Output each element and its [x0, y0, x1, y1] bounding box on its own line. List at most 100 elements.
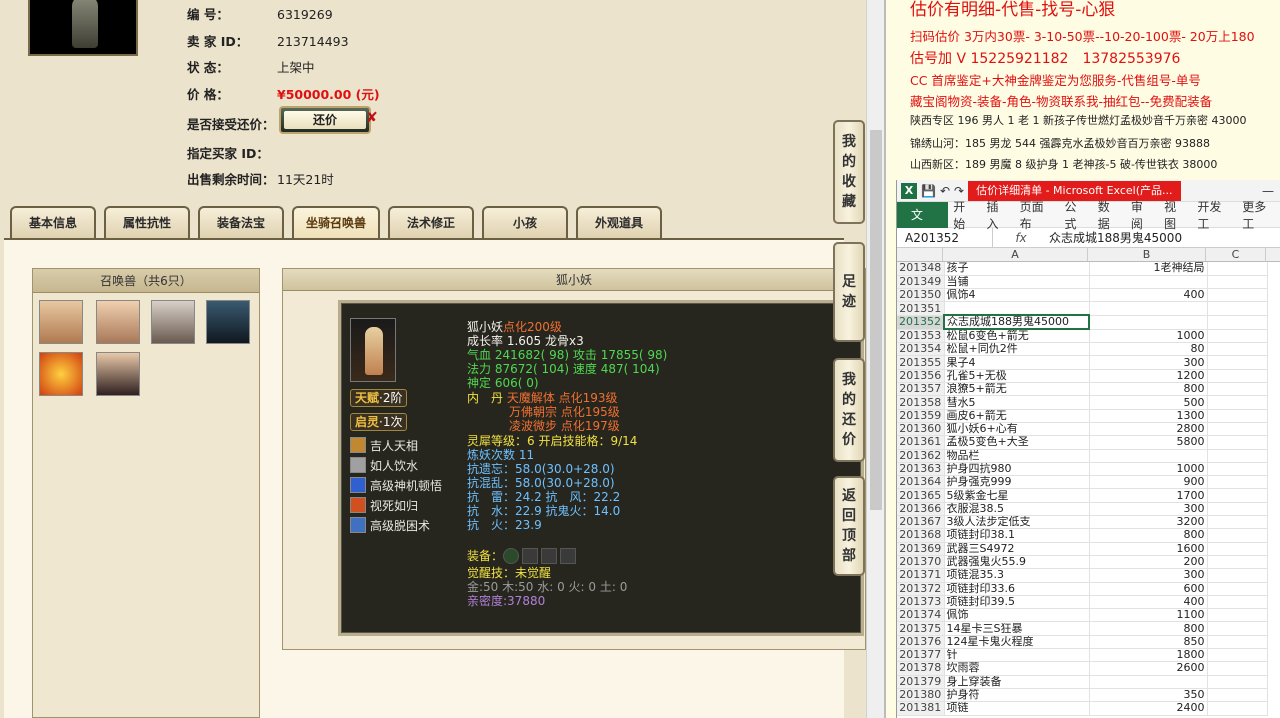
cell[interactable]: 300	[1089, 355, 1208, 370]
row-number[interactable]: 201375	[897, 621, 945, 636]
row-number[interactable]: 201378	[897, 661, 945, 676]
cell[interactable]	[1207, 369, 1268, 384]
cell[interactable]	[1089, 315, 1208, 330]
row-number[interactable]: 201353	[897, 329, 945, 344]
pet-thumb[interactable]	[96, 300, 140, 344]
cell[interactable]: 1800	[1089, 648, 1208, 663]
cell[interactable]: 124星卡鬼火程度	[944, 635, 1090, 650]
row-number[interactable]: 201376	[897, 635, 945, 650]
cell[interactable]: 针	[944, 648, 1090, 663]
row-number[interactable]: 201359	[897, 409, 945, 423]
cell[interactable]	[1207, 515, 1268, 530]
cell[interactable]: 300	[1089, 502, 1208, 517]
ribbon-tab[interactable]: 公式	[1059, 198, 1092, 232]
cell[interactable]: 衣服混38.5	[944, 502, 1090, 517]
pet-thumb[interactable]	[96, 352, 140, 396]
scrollbar-thumb[interactable]	[870, 130, 882, 510]
row-number[interactable]: 201357	[897, 382, 945, 397]
equip-slot[interactable]	[560, 548, 577, 564]
cell[interactable]: 200	[1089, 555, 1208, 570]
row-number[interactable]: 201377	[897, 648, 945, 663]
column-header[interactable]: B	[1088, 248, 1206, 261]
cell[interactable]: 护身四抗980	[944, 462, 1090, 477]
cell[interactable]: 1300	[1089, 409, 1208, 423]
row-number[interactable]: 201380	[897, 688, 945, 703]
cell[interactable]	[1207, 275, 1268, 290]
footprint-button[interactable]: 足迹	[833, 242, 865, 342]
cell[interactable]	[944, 301, 1090, 316]
row-number[interactable]: 201374	[897, 608, 945, 623]
cell[interactable]: 300	[1089, 568, 1208, 583]
cell[interactable]: 孩子	[944, 262, 1090, 276]
cell[interactable]: 400	[1089, 288, 1208, 303]
row-number[interactable]: 201366	[897, 502, 945, 517]
row-number[interactable]: 201370	[897, 555, 945, 570]
cell[interactable]	[1207, 315, 1268, 330]
cell[interactable]	[1089, 449, 1208, 463]
cell[interactable]: 武器三S4972	[944, 542, 1090, 556]
row-number[interactable]: 201351	[897, 301, 945, 316]
cell[interactable]: 武器强鬼火55.9	[944, 555, 1090, 570]
row-number[interactable]: 201360	[897, 422, 945, 437]
cell[interactable]	[1207, 608, 1268, 623]
cell[interactable]: 1200	[1089, 369, 1208, 384]
cell[interactable]	[1207, 422, 1268, 437]
cell[interactable]: 2400	[1089, 701, 1208, 716]
cell[interactable]	[1089, 275, 1208, 290]
cell[interactable]: 900	[1089, 475, 1208, 490]
cell[interactable]: 14星卡三S狂暴	[944, 621, 1090, 636]
cell[interactable]: 500	[1089, 395, 1208, 410]
cell[interactable]: 1600	[1089, 542, 1208, 556]
cell[interactable]: 项链封印33.6	[944, 582, 1090, 596]
cell[interactable]	[1207, 555, 1268, 570]
cell[interactable]: 当铺	[944, 275, 1090, 290]
cell[interactable]: 松鼠6变色+箭无	[944, 329, 1090, 344]
undo-icon[interactable]: ↶	[940, 184, 950, 198]
fx-icon[interactable]: fx	[993, 231, 1049, 245]
row-number[interactable]: 201372	[897, 582, 945, 596]
cell[interactable]	[1207, 635, 1268, 650]
row-number[interactable]: 201356	[897, 369, 945, 384]
cell[interactable]: 狐小妖6+心有	[944, 422, 1090, 437]
cell[interactable]: 佩饰4	[944, 288, 1090, 303]
cell[interactable]: 物品栏	[944, 449, 1090, 463]
cell[interactable]	[1207, 688, 1268, 703]
cell[interactable]	[1207, 342, 1268, 357]
minimize-icon[interactable]: —	[1262, 184, 1280, 198]
cell[interactable]: 2800	[1089, 422, 1208, 437]
cell[interactable]	[1207, 582, 1268, 596]
redo-icon[interactable]: ↷	[954, 184, 964, 198]
row-number[interactable]: 201355	[897, 355, 945, 370]
cell[interactable]: 画皮6+箭无	[944, 409, 1090, 423]
cell[interactable]	[1207, 355, 1268, 370]
cell[interactable]: 800	[1089, 528, 1208, 543]
cell[interactable]	[1207, 475, 1268, 490]
skill-item[interactable]: 视死如归	[350, 497, 418, 514]
cell[interactable]	[1207, 675, 1268, 689]
ribbon-tab[interactable]: 更多工	[1237, 198, 1280, 232]
pet-thumb[interactable]	[39, 352, 83, 396]
cell[interactable]: 孔雀5+无极	[944, 369, 1090, 384]
cell[interactable]	[1089, 675, 1208, 689]
cell[interactable]: 800	[1089, 382, 1208, 397]
cell[interactable]	[1207, 502, 1268, 517]
cell[interactable]	[1207, 262, 1268, 276]
formula-input[interactable]: 众志成城188男鬼45000	[1049, 229, 1182, 246]
back-to-top-button[interactable]: 返回顶部	[833, 476, 865, 576]
cell[interactable]	[1207, 595, 1268, 610]
cell[interactable]: 彗水5	[944, 395, 1090, 410]
cell[interactable]: 1老神结局	[1089, 262, 1208, 276]
pet-thumb[interactable]	[151, 300, 195, 344]
tab-appearance[interactable]: 外观道具	[576, 206, 662, 240]
skill-item[interactable]: 如人饮水	[350, 457, 418, 474]
cell[interactable]	[1207, 301, 1268, 316]
row-number[interactable]: 201348	[897, 262, 945, 276]
ribbon-tab[interactable]: 插入	[981, 198, 1014, 232]
cell[interactable]	[1207, 462, 1268, 477]
cell[interactable]: 850	[1089, 635, 1208, 650]
cell[interactable]	[1089, 301, 1208, 316]
row-number[interactable]: 201365	[897, 488, 945, 503]
tab-basic-info[interactable]: 基本信息	[10, 206, 96, 240]
skill-item[interactable]: 高级脱困术	[350, 517, 430, 534]
cell[interactable]: 5800	[1089, 435, 1208, 450]
